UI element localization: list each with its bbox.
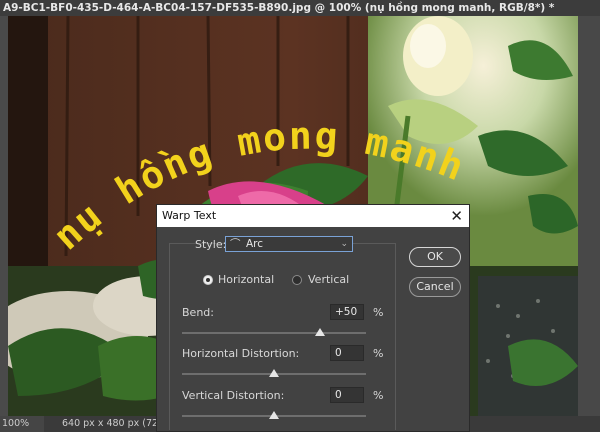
vertical-scrollbar[interactable] <box>578 16 600 416</box>
vertical-label[interactable]: Vertical <box>308 273 349 286</box>
dialog-title: Warp Text <box>162 209 217 222</box>
horizontal-distortion-label: Horizontal Distortion: <box>182 347 300 360</box>
vertical-distortion-input[interactable]: 0 <box>330 387 364 403</box>
bend-slider-thumb[interactable] <box>315 328 325 336</box>
dialog-title-bar[interactable]: Warp Text ✕ <box>157 205 469 227</box>
warp-text-dialog: Warp Text ✕ Style: ⌒ Arc ⌄ Horizontal Ve… <box>156 204 470 432</box>
bend-input[interactable]: +50 <box>330 304 364 320</box>
bend-slider-track[interactable] <box>182 332 366 334</box>
style-value: Arc <box>246 238 264 250</box>
style-dropdown[interactable]: ⌒ Arc ⌄ <box>225 236 353 252</box>
document-tab-title: A9-BC1-BF0-435-D-464-A-BC04-157-DF535-B8… <box>3 2 555 14</box>
cancel-button[interactable]: Cancel <box>409 277 461 297</box>
vertical-distortion-slider-thumb[interactable] <box>269 411 279 419</box>
horizontal-distortion-slider-thumb[interactable] <box>269 369 279 377</box>
close-icon[interactable]: ✕ <box>450 205 463 227</box>
zoom-level[interactable]: 100% <box>2 416 29 432</box>
style-label: Style: <box>195 238 227 251</box>
ok-button[interactable]: OK <box>409 247 461 267</box>
vertical-distortion-unit: % <box>373 389 384 402</box>
horizontal-distortion-unit: % <box>373 347 384 360</box>
chevron-down-icon: ⌄ <box>340 239 348 249</box>
vertical-distortion-label: Vertical Distortion: <box>182 389 285 402</box>
horizontal-distortion-input[interactable]: 0 <box>330 345 364 361</box>
vertical-radio[interactable] <box>292 275 302 285</box>
document-tab[interactable]: A9-BC1-BF0-435-D-464-A-BC04-157-DF535-B8… <box>0 0 600 16</box>
bend-unit: % <box>373 306 384 319</box>
horizontal-label[interactable]: Horizontal <box>218 273 274 286</box>
horizontal-radio[interactable] <box>203 275 213 285</box>
arc-style-icon: ⌒ <box>230 238 241 250</box>
bend-label: Bend: <box>182 306 214 319</box>
